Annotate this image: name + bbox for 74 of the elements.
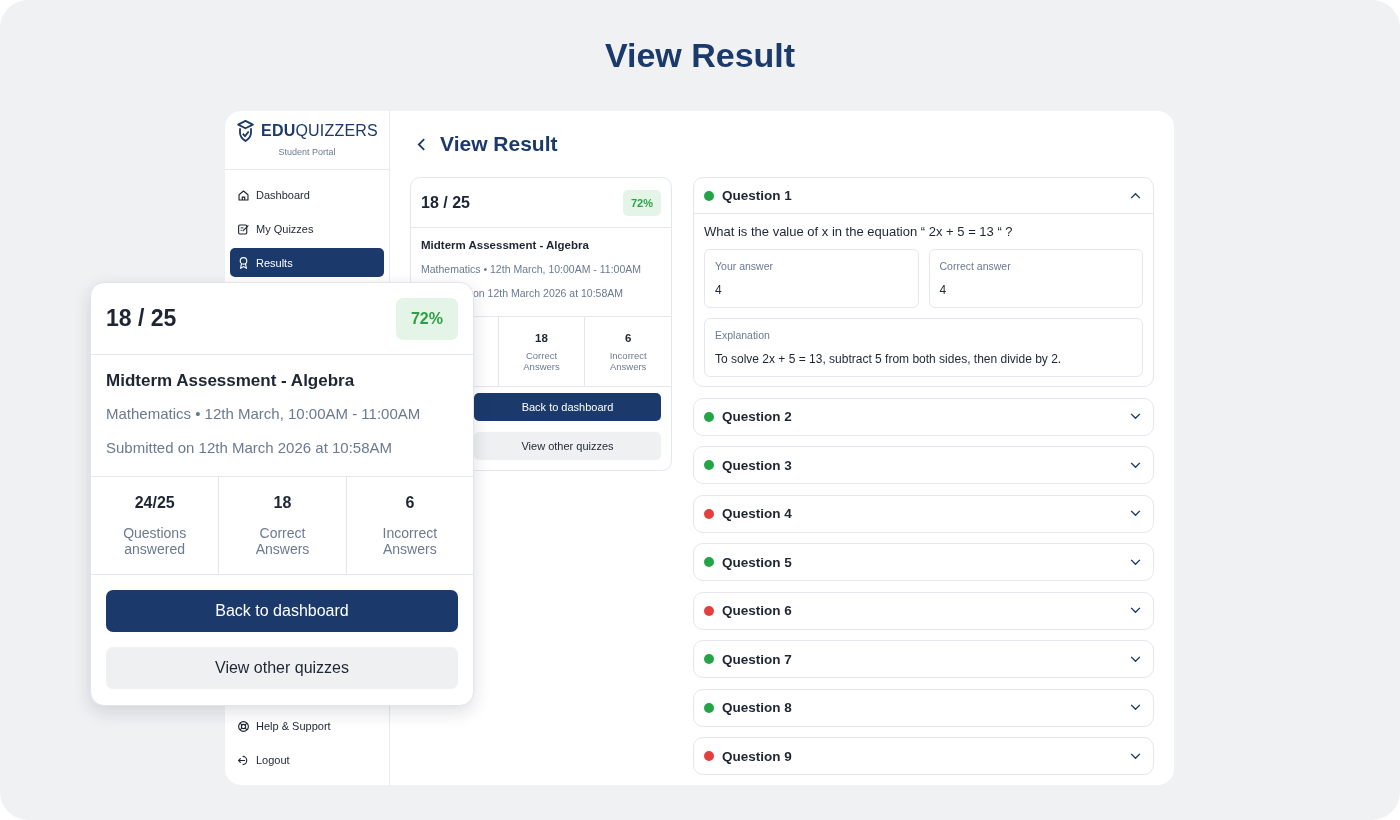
explanation-text: To solve 2x + 5 = 13, subtract 5 from both sides, then divide by 2. [715,352,1063,366]
quiz-meta: Mathematics • 12th March, 10:00AM - 11:00AM [106,405,422,422]
chevron-up-icon [1130,192,1141,199]
sidebar-item[interactable]: My Quizzes [230,212,384,246]
chevron-down-icon [1130,558,1141,566]
percent-badge: 72% [395,297,458,340]
home-icon [237,188,250,202]
question-title: Question 8 [722,700,793,715]
stat-value: 24/25 [134,494,175,512]
question-title: Question 9 [722,748,793,764]
question-header[interactable]: Question 7 [694,641,1153,677]
view-quizzes-button[interactable]: View other quizzes [106,647,458,689]
stat-label: Incorrect Answers [608,349,648,372]
question-header[interactable]: Question 3 [694,447,1153,483]
page-heading: View Result [440,132,558,156]
chevron-down-icon [1130,752,1141,760]
question-header[interactable]: Question 5 [694,544,1153,580]
question-title: Question 7 [722,651,793,667]
back-to-dashboard-button[interactable]: Back to dashboard [106,590,458,632]
question-title: Question 4 [722,506,793,521]
chevron-down-icon [1130,704,1141,711]
stat-value: 18 [273,494,292,512]
question-title: Question 6 [722,603,793,618]
question-header[interactable]: Question 8 [694,689,1153,726]
sidebar-item[interactable]: Help & Support [230,709,384,743]
answer-value: 4 [715,283,723,297]
chevron-down-icon [1130,655,1141,663]
stat-value: 6 [405,494,415,512]
stat-label: Correct Answers [254,525,311,557]
portal-subtitle: Student Portal [278,147,336,157]
percent-badge: 72% [622,189,661,216]
question-title: Question 2 [722,409,793,424]
stat-value: 6 [624,331,632,344]
question-header[interactable]: Question 6 [694,592,1153,629]
chevron-down-icon [1130,461,1141,469]
edit-icon [237,222,250,236]
ribbon-icon [237,256,250,269]
view-quizzes-button[interactable]: View other quizzes [474,432,661,460]
stat-label: Questions answered [122,525,188,557]
score-text: 18 / 25 [106,305,177,332]
submitted-text: on 12th March 2026 at 10:58AM [473,287,623,299]
back-chevron-icon[interactable] [417,137,426,151]
sidebar-item[interactable]: Dashboard [230,178,384,212]
question-header[interactable]: Question 9 [694,738,1153,774]
quiz-title: Midterm Assessment - Algebra [106,371,356,391]
question-text: What is the value of x in the equation “ 2x + 5 = 13 “ ? [704,224,1014,240]
shield-cap-icon [236,120,256,142]
page-title: View Result [604,35,796,76]
chevron-down-icon [1130,607,1141,614]
answer-label: Correct answer [939,260,1012,272]
lifebuoy-icon [237,719,250,733]
stat-value: 18 [535,331,548,344]
answer-label: Your answer [715,260,774,272]
score-text: 18 / 25 [421,193,470,212]
question-title: Question 5 [722,554,793,570]
answer-value: 4 [939,283,948,297]
explanation-label: Explanation [715,329,771,341]
submitted-text: Submitted on 12th March 2026 at 10:58AM [106,439,393,456]
chevron-down-icon [1130,510,1141,517]
quiz-title: Midterm Assessment - Algebra [421,238,590,252]
quiz-meta: Mathematics • 12th March, 10:00AM - 11:00AM [421,262,642,276]
question-header[interactable]: Question 2 [694,398,1153,435]
sidebar-item[interactable]: Results [230,248,384,277]
question-header[interactable]: Question 4 [694,495,1153,532]
question-title: Question 3 [722,457,793,473]
question-header[interactable]: Question 1 [694,178,1153,214]
logout-icon [237,753,250,767]
chevron-down-icon [1130,413,1141,420]
stat-label: Incorrect Answers [381,525,439,557]
question-title: Question 1 [722,188,793,203]
brand-logo-text: EDUQUIZZERS [261,122,378,140]
sidebar-item[interactable]: Logout [230,743,384,777]
stat-label: Correct Answers [522,349,561,372]
back-to-dashboard-button[interactable]: Back to dashboard [474,393,661,421]
